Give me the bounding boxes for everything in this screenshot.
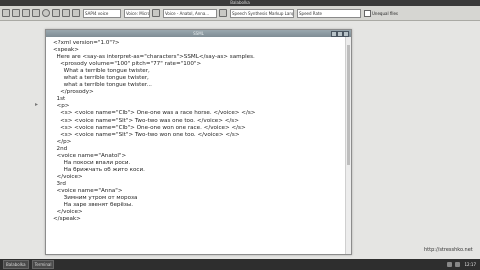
toolbar: SAPI4 voice Voice: Microsoft Anna Voice … [0, 6, 480, 21]
voice-selector[interactable]: SAPI4 voice [83, 8, 121, 18]
language-selector[interactable]: Voice: Microsoft Anna [124, 8, 150, 18]
code-line: </voice> [53, 173, 83, 180]
ssml-code-area[interactable]: <?xml version="1.0"?> <speak> Here are <s… [53, 40, 255, 223]
code-line: 3rd [53, 180, 66, 187]
code-line: На брижчать об жито коси. [53, 166, 145, 173]
save-file-icon[interactable] [22, 9, 30, 17]
code-line: <speak> [53, 47, 79, 54]
code-line: </speak> [53, 216, 81, 223]
code-line: <prosody volume="100" pitch="77" rate="1… [53, 61, 202, 68]
code-line: <s> <voice name="Slt"> Two-two won one t… [53, 131, 240, 138]
open-file-icon[interactable] [12, 9, 20, 17]
print-icon[interactable] [32, 9, 40, 17]
unequal-files-label: Unequal files [372, 10, 399, 16]
play-icon[interactable] [42, 9, 50, 17]
speaker-selector[interactable]: Speech Synthesis Markup Language (SSML) [230, 8, 294, 18]
taskbar: Balabolka Terminal 12:17 [0, 259, 480, 270]
code-line: 2nd [53, 145, 68, 152]
code-line: What a terrible tongue twister, [53, 68, 150, 75]
editor-titlebar: SSML [46, 30, 351, 37]
side-arrow-icon: ▸ [35, 101, 39, 108]
code-line: <p> [53, 103, 70, 110]
code-line: <s> <voice name="Slt"> Two-two was one t… [53, 117, 239, 124]
workspace: ▸ SSML <?xml version="1.0"?> <speak> Here… [0, 21, 480, 259]
network-icon[interactable] [447, 262, 453, 267]
code-line: 1st [53, 96, 66, 103]
code-line: <?xml version="1.0"?> [53, 40, 120, 46]
volume-icon[interactable] [455, 262, 461, 267]
edit-icon[interactable] [219, 9, 227, 17]
unequal-files-checkbox[interactable] [364, 9, 371, 17]
code-line: Зимним утром от мороза [53, 195, 138, 202]
code-line: На покоси впали роси. [53, 159, 131, 166]
code-line: <s> <voice name="Clb"> One-one won one r… [53, 124, 246, 131]
watermark-url: http://stresshko.net [424, 247, 473, 253]
code-line: </prosody> [53, 89, 94, 96]
code-line: </voice> [53, 209, 83, 216]
settings-icon[interactable] [152, 9, 160, 17]
editor-window: SSML <?xml version="1.0"?> <speak> Here a… [45, 29, 352, 255]
text-input[interactable]: Voice - Anatol, Anna... [163, 8, 217, 18]
taskbar-item-balabolka[interactable]: Balabolka [3, 260, 29, 269]
new-file-icon[interactable] [2, 9, 10, 17]
vertical-scrollbar[interactable] [345, 37, 351, 254]
code-line: </p> [53, 138, 72, 145]
code-line: <s> <voice name="Clb"> One-one was a rac… [53, 110, 256, 117]
speed-selector[interactable]: Speed Rate [297, 8, 361, 18]
clock: 12:17 [464, 262, 476, 267]
scrollbar-thumb[interactable] [347, 45, 350, 165]
stop-icon[interactable] [62, 9, 70, 17]
code-line: На заре звенят берёзы. [53, 202, 134, 209]
code-line: <voice name="Anatol"> [53, 152, 127, 159]
code-line: Here are <say-as interpret-as="character… [53, 54, 255, 61]
code-line: what a terrible tongue twister... [53, 82, 152, 89]
taskbar-item-terminal[interactable]: Terminal [31, 260, 55, 269]
system-tray: 12:17 [444, 262, 476, 267]
skip-icon[interactable] [72, 9, 80, 17]
pause-icon[interactable] [52, 9, 60, 17]
code-line: <voice name="Anna"> [53, 187, 123, 194]
code-line: what a terrible tongue twister, [53, 75, 149, 82]
editor-title: SSML [193, 31, 204, 36]
